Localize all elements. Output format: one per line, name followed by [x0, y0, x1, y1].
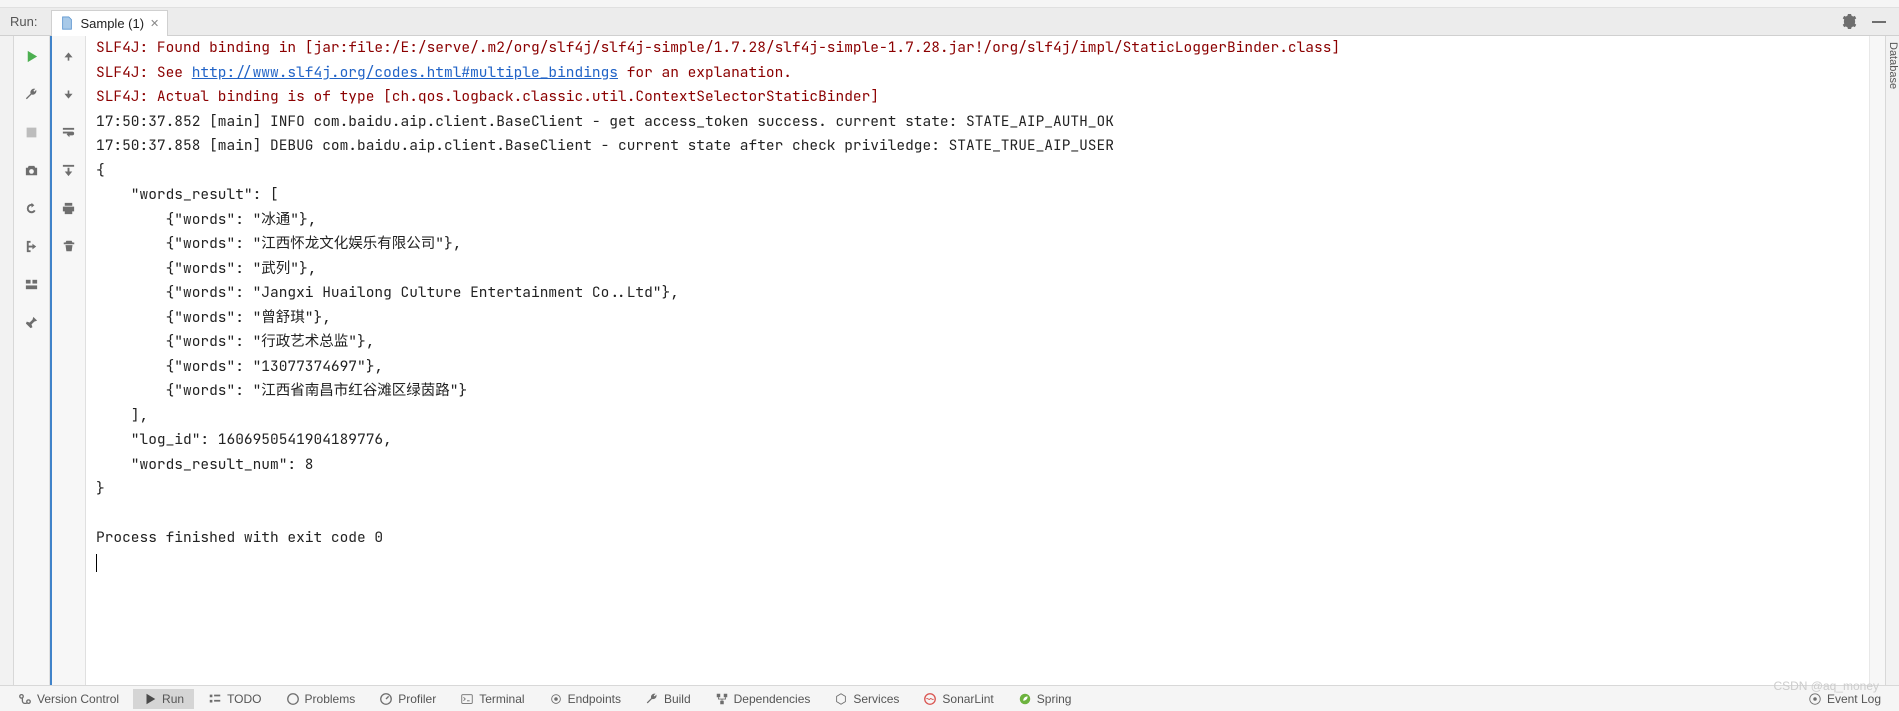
- scroll-to-end-icon[interactable]: [59, 160, 79, 180]
- endpoints-tool[interactable]: Endpoints: [539, 689, 631, 709]
- build-tool[interactable]: Build: [635, 689, 701, 709]
- json-word-1: {"words": "冰通"},: [96, 210, 316, 229]
- log-info-line: 17:50:37.852 [main] INFO com.baidu.aip.c…: [96, 112, 1114, 131]
- slf4j-link[interactable]: http://www.slf4j.org/codes.html#multiple…: [192, 63, 618, 82]
- problems-tool[interactable]: Problems: [276, 689, 366, 709]
- spring-tool[interactable]: Spring: [1008, 689, 1082, 709]
- json-word-3: {"words": "武列"},: [96, 259, 316, 278]
- layout-icon[interactable]: [22, 274, 42, 294]
- left-tool-sidebar[interactable]: [0, 36, 14, 685]
- sonarlint-label: SonarLint: [942, 692, 993, 706]
- json-close: }: [96, 479, 105, 498]
- spring-label: Spring: [1037, 692, 1072, 706]
- json-log-id: "log_id": 1606950541904189776,: [96, 430, 392, 449]
- event-log-icon: [1808, 692, 1822, 706]
- services-icon: [834, 692, 848, 706]
- slf4j-line-1: SLF4J: Found binding in [jar:file:/E:/se…: [96, 38, 1340, 57]
- build-icon: [645, 692, 659, 706]
- todo-label: TODO: [227, 692, 261, 706]
- event-log-label: Event Log: [1827, 692, 1881, 706]
- right-tool-sidebar[interactable]: Database: [1885, 36, 1899, 685]
- version-control-tool[interactable]: Version Control: [8, 689, 129, 709]
- refresh-icon[interactable]: [22, 198, 42, 218]
- run-label: Run:: [10, 14, 51, 29]
- services-tool[interactable]: Services: [824, 689, 909, 709]
- services-label: Services: [853, 692, 899, 706]
- slf4j-line-2-prefix: SLF4J: See: [96, 63, 192, 82]
- log-debug-line: 17:50:37.858 [main] DEBUG com.baidu.aip.…: [96, 136, 1114, 155]
- problems-icon: [286, 692, 300, 706]
- json-word-5: {"words": "曾舒琪"},: [96, 308, 331, 327]
- json-word-4: {"words": "Jangxi Huailong Culture Enter…: [96, 283, 679, 302]
- terminal-tool[interactable]: Terminal: [450, 689, 534, 709]
- vcs-label: Version Control: [37, 692, 119, 706]
- vcs-icon: [18, 692, 32, 706]
- endpoints-label: Endpoints: [568, 692, 621, 706]
- json-word-6: {"words": "行政艺术总监"},: [96, 332, 374, 351]
- json-words-result-open: "words_result": [: [96, 185, 279, 204]
- soft-wrap-icon[interactable]: [59, 122, 79, 142]
- dependencies-icon: [715, 692, 729, 706]
- json-word-8: {"words": "江西省南昌市红谷滩区绿茵路"}: [96, 381, 467, 400]
- profiler-label: Profiler: [398, 692, 436, 706]
- vertical-scrollbar[interactable]: [1869, 36, 1885, 685]
- print-icon[interactable]: [59, 198, 79, 218]
- run-tool-label: Run: [162, 692, 184, 706]
- run-icon[interactable]: [22, 46, 42, 66]
- down-arrow-icon[interactable]: [59, 84, 79, 104]
- json-words-result-close: ],: [96, 406, 148, 425]
- json-word-2: {"words": "江西怀龙文化娱乐有限公司"},: [96, 234, 461, 253]
- trash-icon[interactable]: [59, 236, 79, 256]
- run-tab-bar: Run: Sample (1) ✕: [0, 8, 1899, 36]
- json-open: {: [96, 161, 105, 180]
- bottom-tool-bar: Version Control Run TODO Problems Profil…: [0, 685, 1899, 711]
- profiler-tool[interactable]: Profiler: [369, 689, 446, 709]
- minimize-panel-icon[interactable]: [1869, 12, 1889, 32]
- terminal-label: Terminal: [479, 692, 524, 706]
- build-label: Build: [664, 692, 691, 706]
- pin-icon[interactable]: [22, 312, 42, 332]
- exit-icon[interactable]: [22, 236, 42, 256]
- console-output[interactable]: SLF4J: Found binding in [jar:file:/E:/se…: [86, 36, 1869, 685]
- event-log-tool[interactable]: Event Log: [1798, 689, 1891, 709]
- close-tab-icon[interactable]: ✕: [150, 17, 159, 30]
- top-cutoff-area: [0, 0, 1899, 8]
- process-finished-line: Process finished with exit code 0: [96, 528, 383, 547]
- json-word-7: {"words": "13077374697"},: [96, 357, 383, 376]
- todo-tool[interactable]: TODO: [198, 689, 271, 709]
- sonarlint-tool[interactable]: SonarLint: [913, 689, 1003, 709]
- terminal-icon: [460, 692, 474, 706]
- settings-gear-icon[interactable]: [1839, 12, 1859, 32]
- slf4j-line-3: SLF4J: Actual binding is of type [ch.qos…: [96, 87, 879, 106]
- file-icon: [60, 16, 74, 30]
- spring-icon: [1018, 692, 1032, 706]
- tab-label: Sample (1): [80, 16, 144, 31]
- database-tool-label[interactable]: Database: [1887, 42, 1899, 89]
- slf4j-line-2-suffix: for an explanation.: [618, 63, 792, 82]
- camera-icon[interactable]: [22, 160, 42, 180]
- profiler-icon: [379, 692, 393, 706]
- run-action-gutter-2: [50, 36, 86, 685]
- stop-icon[interactable]: [22, 122, 42, 142]
- run-tab-sample[interactable]: Sample (1) ✕: [51, 10, 168, 36]
- text-cursor: [96, 554, 97, 572]
- up-arrow-icon[interactable]: [59, 46, 79, 66]
- dependencies-label: Dependencies: [734, 692, 811, 706]
- run-action-gutter: [14, 36, 50, 685]
- run-tool[interactable]: Run: [133, 689, 194, 709]
- json-words-num: "words_result_num": 8: [96, 455, 314, 474]
- endpoints-icon: [549, 692, 563, 706]
- wrench-icon[interactable]: [22, 84, 42, 104]
- run-play-icon: [143, 692, 157, 706]
- todo-icon: [208, 692, 222, 706]
- problems-label: Problems: [305, 692, 356, 706]
- dependencies-tool[interactable]: Dependencies: [705, 689, 821, 709]
- sonarlint-icon: [923, 692, 937, 706]
